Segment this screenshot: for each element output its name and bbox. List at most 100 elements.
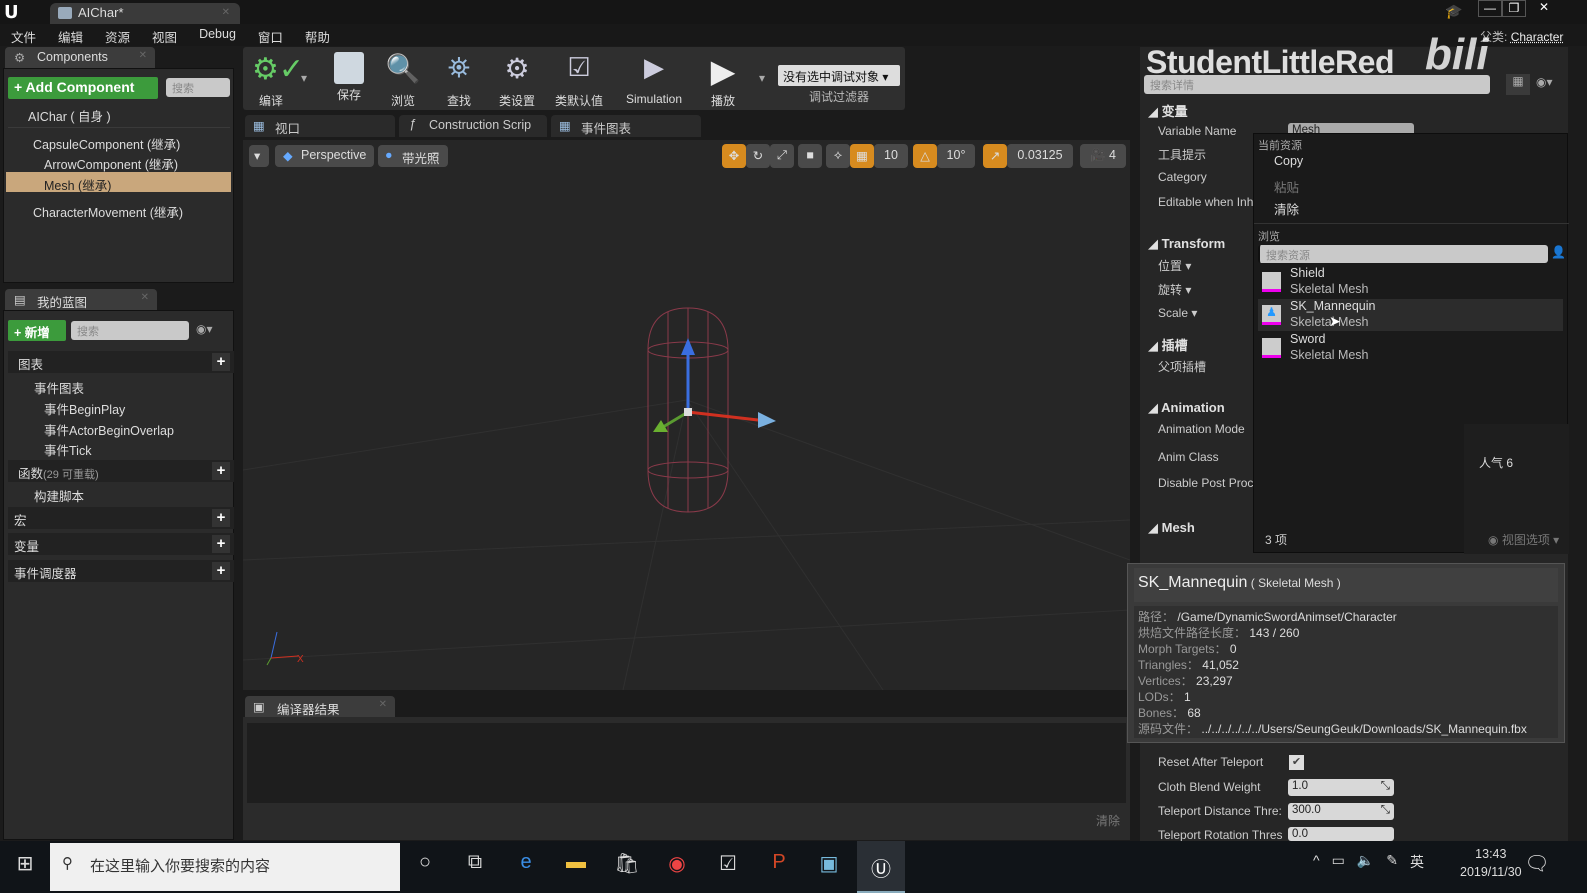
rotate-tool-button[interactable]: ↻ xyxy=(746,144,770,168)
viewport-options-button[interactable]: ▾ xyxy=(249,145,269,167)
close-icon[interactable]: ✕ xyxy=(379,699,387,710)
location-label[interactable]: 位置 ▾ xyxy=(1158,257,1191,274)
chevron-up-icon[interactable]: ^ xyxy=(1313,852,1320,872)
document-tab[interactable]: AIChar* ✕ xyxy=(50,3,240,24)
tree-item-character-movement[interactable]: CharacterMovement (继承) xyxy=(4,199,234,220)
menu-window[interactable]: 窗口 xyxy=(247,24,294,46)
parent-class-link[interactable]: Character xyxy=(1511,30,1564,44)
components-tab[interactable]: ⚙ Components ✕ xyxy=(5,47,155,68)
tree-item-capsule[interactable]: CapsuleComponent (继承) xyxy=(4,131,234,152)
tab-construction-script[interactable]: ƒ Construction Scrip xyxy=(399,115,547,137)
menu-asset[interactable]: 资源 xyxy=(94,24,141,46)
save-button[interactable]: 保存 xyxy=(321,47,377,110)
blueprint-search-input[interactable]: 搜索 xyxy=(71,321,189,340)
new-button[interactable]: + 新增 xyxy=(8,320,66,341)
task-view-icon[interactable]: ⧉ xyxy=(460,851,490,881)
category-macros[interactable]: 宏 + xyxy=(8,507,234,529)
minimize-button[interactable]: — xyxy=(1478,0,1502,17)
volume-icon[interactable]: 🔈 xyxy=(1357,852,1374,872)
reset-after-teleport-checkbox[interactable]: ✔ xyxy=(1289,755,1304,770)
camera-speed-button[interactable]: 🎥 4 xyxy=(1080,144,1126,168)
tree-item-event[interactable]: 事件ActorBeginOverlap xyxy=(4,417,234,438)
components-search-input[interactable]: 搜索 xyxy=(166,78,230,97)
eye-icon[interactable]: ◉▾ xyxy=(1536,75,1553,89)
view-options-button[interactable]: ◉ 视图选项 ▾ xyxy=(1488,531,1559,548)
compile-options-icon[interactable]: ▾ xyxy=(301,71,307,85)
category-graphs[interactable]: 图表 + xyxy=(8,351,234,373)
class-defaults-button[interactable]: ☑ 类默认值 xyxy=(549,47,609,110)
close-icon[interactable]: ✕ xyxy=(139,50,147,61)
cloth-blend-input[interactable]: 1.0 ⤡ xyxy=(1288,779,1394,796)
self-component[interactable]: AIChar ( 自身 ) xyxy=(4,103,234,124)
find-button[interactable]: ⛯ 查找 xyxy=(431,47,487,110)
notifications-icon[interactable]: 🗨 xyxy=(1522,851,1552,881)
grid-snap-value[interactable]: 10 xyxy=(874,144,908,168)
play-button[interactable]: ▶ 播放 xyxy=(695,47,751,110)
user-icon[interactable]: 👤 xyxy=(1551,245,1566,259)
compile-button[interactable]: ⚙✓ 编译 xyxy=(243,47,304,110)
close-button[interactable]: ✕ xyxy=(1526,0,1562,17)
asset-search-input[interactable]: 搜索资源 xyxy=(1258,245,1548,263)
menu-edit[interactable]: 编辑 xyxy=(47,24,94,46)
menu-view[interactable]: 视图 xyxy=(141,24,188,46)
translate-tool-button[interactable]: ✥ xyxy=(722,144,746,168)
file-explorer-icon[interactable]: ▬ xyxy=(561,851,591,881)
menu-help[interactable]: 帮助 xyxy=(294,24,341,46)
clock[interactable]: 13:43 2019/11/30 xyxy=(1460,845,1522,881)
network-icon[interactable]: ▭ xyxy=(1332,852,1345,872)
maximize-button[interactable]: ❐ xyxy=(1502,0,1526,17)
my-blueprint-tab[interactable]: ▤ 我的蓝图 ✕ xyxy=(5,289,157,310)
pen-icon[interactable]: ✎ xyxy=(1386,852,1398,872)
play-options-icon[interactable]: ▾ xyxy=(759,71,765,85)
teleport-rotation-input[interactable]: 0.0 xyxy=(1288,827,1394,841)
powerpoint-icon[interactable]: P xyxy=(764,851,794,881)
tree-item-event-graph[interactable]: 事件图表 xyxy=(4,375,234,396)
add-macro-button[interactable]: + xyxy=(212,509,230,527)
debug-object-select[interactable]: 没有选中调试对象 ▾ xyxy=(778,65,900,86)
scale-snap-value[interactable]: 0.03125 xyxy=(1007,144,1073,168)
scale-tool-button[interactable]: ⤢ xyxy=(770,144,794,168)
rotation-snap-icon[interactable]: △ xyxy=(913,144,937,168)
teleport-distance-input[interactable]: 300.0 ⤡ xyxy=(1288,803,1394,820)
view-mode-button[interactable]: ● 带光照 xyxy=(378,145,448,167)
tree-item-mesh[interactable]: Mesh (继承) xyxy=(6,172,231,193)
tree-item-event[interactable]: 事件Tick xyxy=(4,437,234,458)
surface-snap-button[interactable]: ⟡ xyxy=(826,144,850,168)
clear-menu-item[interactable]: 清除 xyxy=(1274,199,1299,218)
rotation-snap-value[interactable]: 10° xyxy=(937,144,975,168)
add-graph-button[interactable]: + xyxy=(212,353,230,371)
category-functions[interactable]: 函数(29 可重载) + xyxy=(8,460,234,482)
add-dispatcher-button[interactable]: + xyxy=(212,562,230,580)
copy-menu-item[interactable]: Copy xyxy=(1274,154,1303,168)
app-icon[interactable]: ▣ xyxy=(814,851,844,881)
scale-label[interactable]: Scale ▾ xyxy=(1158,306,1197,320)
section-variables[interactable]: ◢ 变量 xyxy=(1148,98,1254,120)
section-sockets[interactable]: ◢ 插槽 xyxy=(1148,332,1254,354)
asset-list-item[interactable]: Sword Skeletal Mesh xyxy=(1258,332,1563,364)
rotation-label[interactable]: 旋转 ▾ xyxy=(1158,281,1191,298)
property-matrix-button[interactable]: ▦ xyxy=(1506,74,1530,95)
tab-event-graph[interactable]: ▦ 事件图表 xyxy=(551,115,701,137)
asset-list-item[interactable]: Shield Skeletal Mesh xyxy=(1258,266,1563,298)
scale-snap-icon[interactable]: ↗ xyxy=(983,144,1007,168)
category-variables[interactable]: 变量 + xyxy=(8,533,234,555)
taskbar-search-input[interactable]: ⚲ 在这里输入你要搜索的内容 xyxy=(50,843,400,891)
eye-icon[interactable]: ◉▾ xyxy=(196,322,213,336)
browse-button[interactable]: 🔍 浏览 xyxy=(375,47,431,110)
viewport[interactable]: X xyxy=(243,140,1130,690)
category-dispatchers[interactable]: 事件调度器 + xyxy=(8,560,234,582)
perspective-button[interactable]: ◆ Perspective xyxy=(275,145,375,167)
windows-start-icon[interactable]: ⊞ xyxy=(10,851,40,881)
edge-icon[interactable]: e xyxy=(511,851,541,881)
add-component-button[interactable]: + Add Component xyxy=(8,77,158,99)
add-function-button[interactable]: + xyxy=(212,462,230,480)
compiler-results-tab[interactable]: ▣ 编译器结果 ✕ xyxy=(245,696,395,717)
tree-item-construction-script[interactable]: 构建脚本 xyxy=(4,483,234,504)
paste-menu-item[interactable]: 粘贴 xyxy=(1274,177,1299,196)
unreal-taskbar-button[interactable]: Ⓤ xyxy=(857,841,905,893)
transform-gizmo[interactable] xyxy=(653,338,776,432)
tree-item-event[interactable]: 事件BeginPlay xyxy=(4,396,234,417)
store-icon[interactable]: 🛍 xyxy=(612,851,642,881)
class-settings-button[interactable]: ⚙ 类设置 xyxy=(489,47,545,110)
menu-debug[interactable]: Debug xyxy=(188,24,247,46)
